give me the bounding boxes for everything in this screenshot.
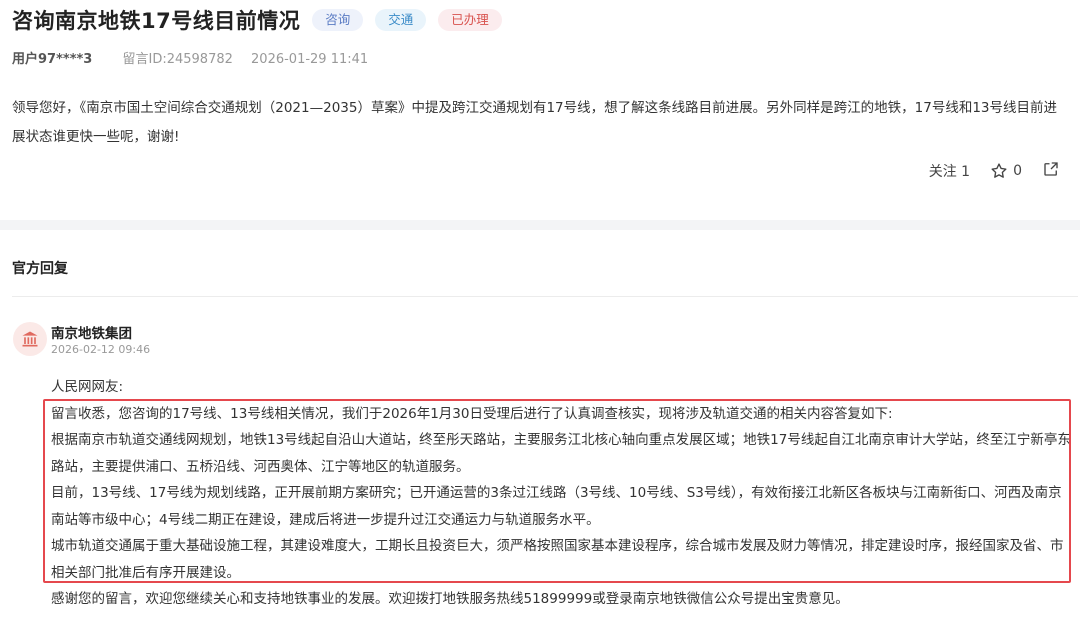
share-button[interactable] — [1042, 160, 1060, 182]
reply-date: 2026-02-12 09:46 — [51, 343, 151, 356]
reply-greeting: 人民网网友: — [51, 379, 124, 395]
share-icon — [1044, 162, 1058, 176]
like-button[interactable]: 0 — [990, 162, 1022, 180]
star-outline-icon — [991, 163, 1007, 178]
tag-consult[interactable]: 咨询 — [312, 9, 364, 31]
highlight-box — [43, 399, 1071, 583]
question-meta: 用户97****3 留言ID:24598782 2026-01-29 11:41 — [12, 48, 368, 67]
government-building-icon — [22, 331, 38, 347]
question-datetime: 2026-01-29 11:41 — [251, 52, 369, 67]
question-title: 咨询南京地铁17号线目前情况 — [12, 9, 301, 33]
question-header: 咨询南京地铁17号线目前情况 咨询 交通 已办理 — [12, 6, 502, 34]
org-avatar — [13, 322, 47, 356]
org-name[interactable]: 南京地铁集团 — [51, 322, 132, 342]
tag-traffic[interactable]: 交通 — [375, 9, 427, 31]
status-badge: 已办理 — [438, 9, 502, 31]
section-divider — [0, 220, 1080, 230]
username[interactable]: 用户97****3 — [12, 52, 92, 67]
heading-underline — [12, 296, 1078, 297]
question-body: 领导您好，《南京市国土空间综合交通规划（2021—2035）草案》中提及跨江交通… — [12, 100, 1057, 145]
message-id: 留言ID:24598782 — [122, 52, 233, 67]
reply-closing: 感谢您的留言，欢迎您继续关心和支持地铁事业的发展。欢迎拨打地铁服务热线51899… — [51, 591, 849, 607]
follow-button[interactable]: 关注 1 — [929, 161, 970, 181]
question-actions: 关注 1 0 — [929, 160, 1060, 182]
official-reply-heading: 官方回复 — [12, 261, 68, 277]
like-count: 0 — [1013, 163, 1022, 179]
